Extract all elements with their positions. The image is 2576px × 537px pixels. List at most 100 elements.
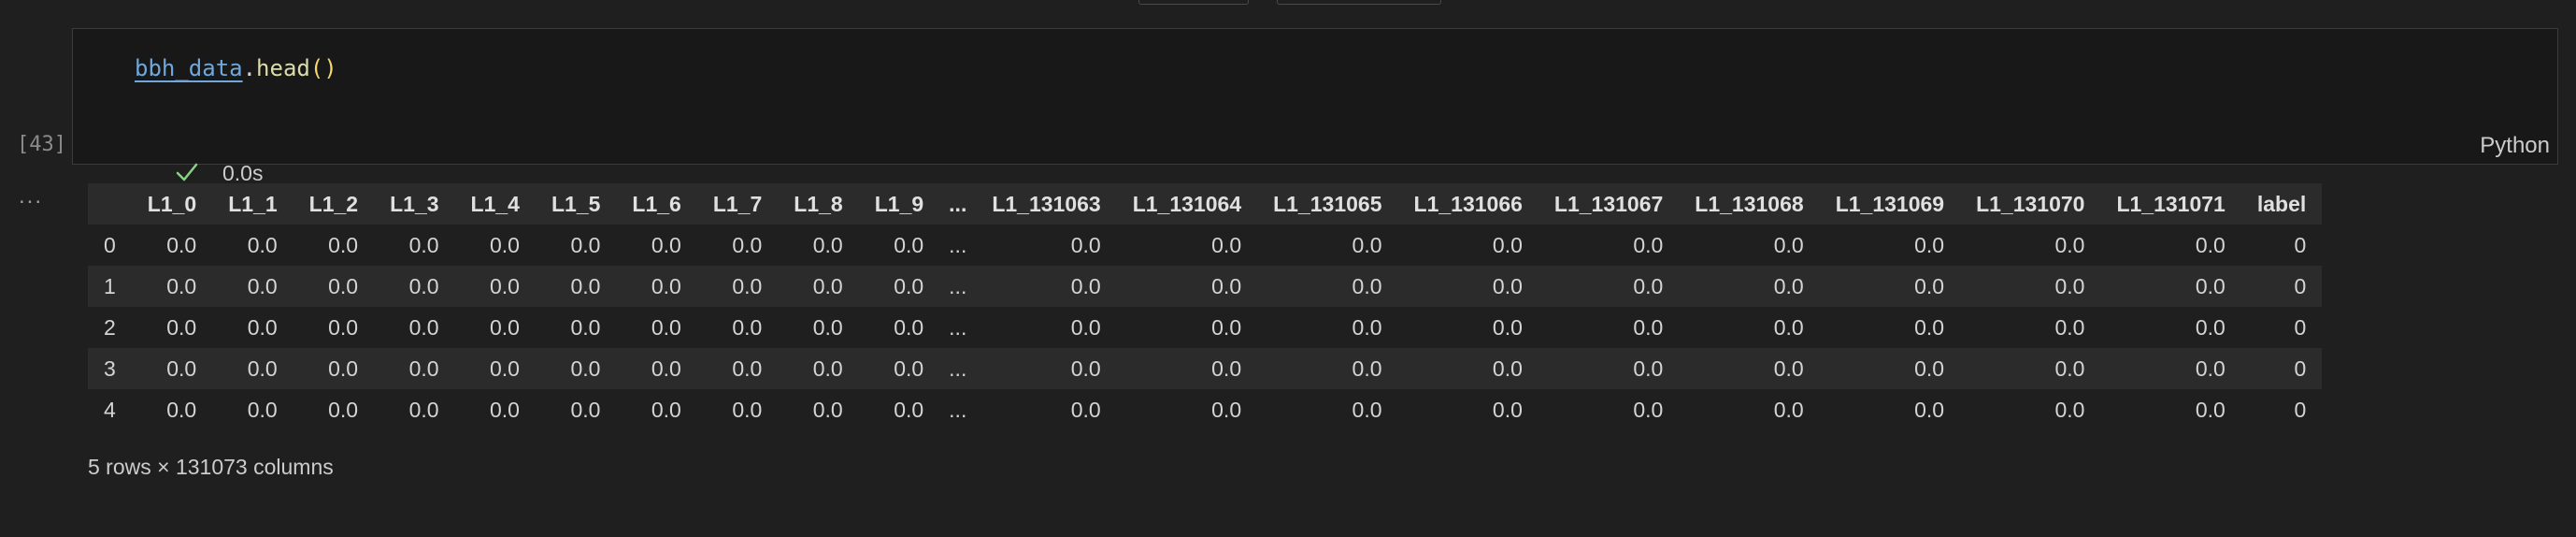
table-header-row: L1_0 L1_1 L1_2 L1_3 L1_4 L1_5 L1_6 L1_7 L1_8 L1_9… bbox=[88, 183, 2323, 225]
table-cell: 0.0 bbox=[732, 232, 763, 257]
column-header: L1_2 bbox=[293, 183, 375, 225]
table-row: 1 0.0 0.0 0.0 0.0 0.0 0.0 0.0 0.0 0.0 0.0... 0.0 0.0… bbox=[88, 266, 2323, 307]
table-cell: 0.0 bbox=[1070, 397, 1101, 422]
output-menu-button[interactable]: ... bbox=[19, 183, 43, 210]
execution-duration: 0.0s bbox=[222, 161, 264, 185]
table-cell: 0.0 bbox=[490, 314, 520, 340]
table-cell: 0.0 bbox=[328, 314, 359, 340]
table-cell: 0.0 bbox=[1633, 273, 1664, 298]
column-header: L1_7 bbox=[696, 183, 779, 225]
row-index: 0 bbox=[104, 232, 116, 257]
table-cell: 0.0 bbox=[651, 232, 681, 257]
table-cell: 0.0 bbox=[1492, 314, 1523, 340]
code-variable[interactable]: bbh_data bbox=[135, 55, 243, 81]
column-header: L1_0 bbox=[131, 183, 213, 225]
table-cell: 0.0 bbox=[570, 356, 601, 381]
language-selector[interactable]: Python bbox=[2480, 133, 2550, 159]
table-cell: 0.0 bbox=[1070, 273, 1101, 298]
table-cell: 0.0 bbox=[812, 356, 843, 381]
table-cell: 0.0 bbox=[328, 232, 359, 257]
table-cell: 0.0 bbox=[2054, 273, 2085, 298]
table-cell: 0.0 bbox=[651, 397, 681, 422]
table-cell: 0.0 bbox=[570, 273, 601, 298]
table-cell: 0.0 bbox=[408, 397, 439, 422]
table-row: 4 0.0 0.0 0.0 0.0 0.0 0.0 0.0 0.0 0.0 0.0... 0.0 0.0… bbox=[88, 389, 2323, 430]
table-cell: 0.0 bbox=[166, 273, 197, 298]
table-cell: 0.0 bbox=[1352, 232, 1382, 257]
row-index: 3 bbox=[104, 356, 116, 381]
table-cell: 0.0 bbox=[328, 397, 359, 422]
table-cell: 0.0 bbox=[1633, 232, 1664, 257]
table-cell: 0.0 bbox=[812, 232, 843, 257]
table-cell: 0 bbox=[2294, 356, 2307, 381]
column-header: L1_6 bbox=[616, 183, 697, 225]
table-cell: 0.0 bbox=[1773, 314, 1804, 340]
dataframe-shape: 5 rows × 131073 columns bbox=[88, 455, 334, 479]
toolbar-control[interactable] bbox=[1277, 0, 1441, 5]
table-cell: 0.0 bbox=[1492, 356, 1523, 381]
column-header: L1_1 bbox=[212, 183, 293, 225]
table-cell: 0.0 bbox=[328, 356, 359, 381]
table-cell: 0.0 bbox=[247, 397, 278, 422]
dataframe-table: L1_0 L1_1 L1_2 L1_3 L1_4 L1_5 L1_6 L1_7 L1_8 L1_9… bbox=[88, 183, 2323, 430]
table-cell: 0.0 bbox=[2054, 314, 2085, 340]
table-cell: 0.0 bbox=[651, 273, 681, 298]
table-cell: 0.0 bbox=[570, 397, 601, 422]
table-cell: 0.0 bbox=[1070, 232, 1101, 257]
table-cell: 0.0 bbox=[490, 232, 520, 257]
table-cell: 0.0 bbox=[570, 314, 601, 340]
table-cell: 0.0 bbox=[166, 232, 197, 257]
table-cell: 0.0 bbox=[1773, 273, 1804, 298]
table-cell: 0.0 bbox=[408, 232, 439, 257]
table-cell: 0.0 bbox=[490, 273, 520, 298]
table-cell: 0.0 bbox=[166, 356, 197, 381]
table-cell: 0.0 bbox=[247, 356, 278, 381]
table-row: 0 0.0 0.0 0.0 0.0 0.0 0.0 0.0 0.0 0.0 0.0... 0.0 0.0… bbox=[88, 225, 2323, 266]
column-header: L1_3 bbox=[374, 183, 455, 225]
table-cell: 0.0 bbox=[570, 232, 601, 257]
column-header: L1_5 bbox=[535, 183, 617, 225]
table-cell: 0.0 bbox=[2195, 397, 2225, 422]
table-cell: 0 bbox=[2294, 314, 2307, 340]
column-header: L1_4 bbox=[454, 183, 536, 225]
code-editor[interactable]: bbh_data.head() bbox=[135, 55, 337, 81]
table-cell: 0.0 bbox=[1914, 356, 1945, 381]
table-cell: 0.0 bbox=[1633, 356, 1664, 381]
table-cell: 0.0 bbox=[2195, 232, 2225, 257]
table-cell: 0.0 bbox=[2054, 397, 2085, 422]
ellipsis-cell: ... bbox=[949, 397, 967, 422]
table-cell: 0.0 bbox=[732, 273, 763, 298]
code-cell[interactable]: bbh_data.head() 0.0s Python bbox=[72, 28, 2558, 185]
notebook-page: bbh_data.head() 0.0s Python [43] ... L1_… bbox=[0, 0, 2576, 537]
table-cell: 0.0 bbox=[490, 397, 520, 422]
ellipsis-cell: ... bbox=[949, 356, 967, 381]
table-cell: 0.0 bbox=[1352, 356, 1382, 381]
toolbar-control[interactable] bbox=[1138, 0, 1249, 5]
column-header: L1_131065 bbox=[1257, 183, 1398, 225]
table-cell: 0.0 bbox=[894, 397, 924, 422]
table-cell: 0.0 bbox=[166, 397, 197, 422]
column-header: L1_131063 bbox=[976, 183, 1117, 225]
dataframe-output: L1_0 L1_1 L1_2 L1_3 L1_4 L1_5 L1_6 L1_7 L1_8 L1_9… bbox=[88, 183, 2323, 430]
table-cell: 0.0 bbox=[408, 273, 439, 298]
table-cell: 0.0 bbox=[1773, 232, 1804, 257]
ellipsis-cell: ... bbox=[949, 273, 967, 298]
table-cell: 0.0 bbox=[1633, 314, 1664, 340]
table-cell: 0.0 bbox=[894, 232, 924, 257]
table-cell: 0.0 bbox=[732, 397, 763, 422]
column-header: L1_131070 bbox=[1960, 183, 2101, 225]
table-cell: 0 bbox=[2294, 397, 2307, 422]
table-cell: 0.0 bbox=[2195, 314, 2225, 340]
column-header: L1_131064 bbox=[1116, 183, 1258, 225]
table-cell: 0.0 bbox=[2195, 273, 2225, 298]
table-cell: 0.0 bbox=[1773, 397, 1804, 422]
table-cell: 0.0 bbox=[1492, 273, 1523, 298]
table-cell: 0.0 bbox=[1070, 314, 1101, 340]
column-header: L1_131066 bbox=[1397, 183, 1538, 225]
ellipsis-cell: ... bbox=[949, 314, 967, 340]
row-index: 1 bbox=[104, 273, 116, 298]
table-cell: 0.0 bbox=[1773, 356, 1804, 381]
table-cell: 0.0 bbox=[1211, 273, 1242, 298]
table-cell: 0.0 bbox=[1352, 314, 1382, 340]
table-cell: 0 bbox=[2294, 273, 2307, 298]
